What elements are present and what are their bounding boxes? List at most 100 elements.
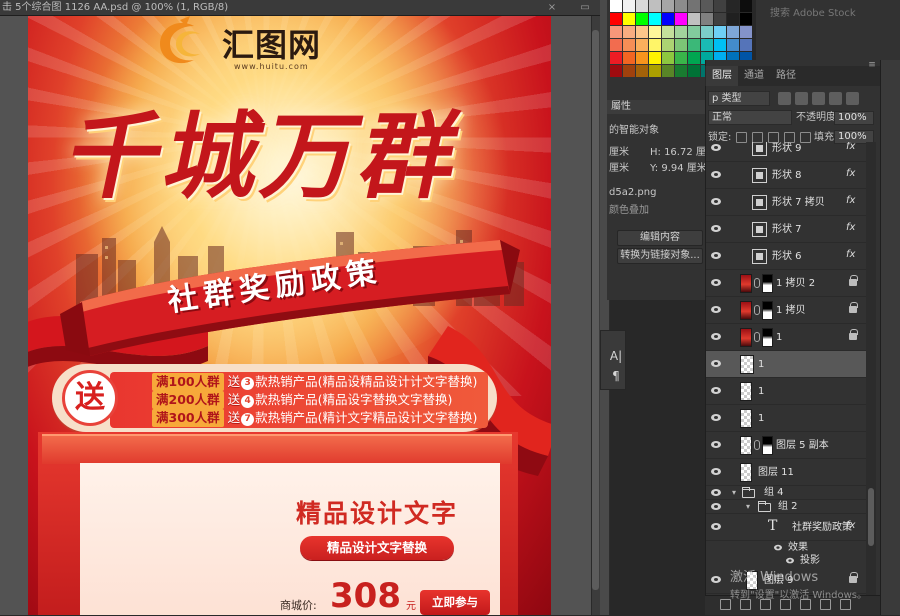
tab-restore-icon[interactable]: ▭ xyxy=(578,0,592,16)
visibility-eye-icon[interactable] xyxy=(710,332,722,342)
color-swatch[interactable] xyxy=(623,0,635,12)
color-swatch[interactable] xyxy=(701,26,713,38)
color-swatch[interactable] xyxy=(675,13,687,25)
effects-eye-icon[interactable] xyxy=(773,544,783,552)
color-swatch[interactable] xyxy=(623,65,635,77)
layer-name[interactable]: 形状 7 xyxy=(772,216,802,243)
fx-icon[interactable]: fx xyxy=(846,168,855,179)
layer-name[interactable]: 1 拷贝 2 xyxy=(776,270,815,297)
color-swatch[interactable] xyxy=(649,52,661,64)
color-swatch[interactable] xyxy=(649,13,661,25)
layer-name[interactable]: 图层 11 xyxy=(758,459,794,486)
layer-name[interactable]: 1 拷贝 xyxy=(776,297,806,324)
color-swatch[interactable] xyxy=(714,39,726,51)
layer-name[interactable]: 形状 6 xyxy=(772,243,802,270)
color-swatch[interactable] xyxy=(727,13,739,25)
character-panel-icon[interactable]: A| xyxy=(609,348,623,364)
color-swatch[interactable] xyxy=(610,39,622,51)
layer-row[interactable]: 图层 5 副本 xyxy=(706,432,866,459)
color-swatch[interactable] xyxy=(610,65,622,77)
layer-mask-thumbnail[interactable] xyxy=(762,301,773,320)
visibility-eye-icon[interactable] xyxy=(710,197,722,207)
visibility-eye-icon[interactable] xyxy=(710,143,722,153)
color-swatch[interactable] xyxy=(688,52,700,64)
layer-mask-thumbnail[interactable] xyxy=(762,328,773,347)
color-swatch[interactable] xyxy=(662,52,674,64)
color-swatch[interactable] xyxy=(636,65,648,77)
layer-name[interactable]: 图层 5 副本 xyxy=(776,432,829,459)
panel-menu-icon[interactable]: ≡ xyxy=(864,60,880,74)
effects-row[interactable]: 效果 xyxy=(706,541,866,554)
layer-name[interactable]: 社群奖励政策 xyxy=(792,514,852,541)
color-swatch[interactable] xyxy=(675,0,687,12)
mask-link-icon[interactable] xyxy=(754,440,760,450)
color-swatch[interactable] xyxy=(636,26,648,38)
visibility-eye-icon[interactable] xyxy=(710,488,722,498)
layer-row[interactable]: 1 xyxy=(706,405,866,432)
color-swatch[interactable] xyxy=(623,39,635,51)
color-swatch[interactable] xyxy=(662,26,674,38)
document-tab[interactable]: 击 5个综合图 1126 AA.psd @ 100% (1, RGB/8) xyxy=(0,0,600,16)
visibility-eye-icon[interactable] xyxy=(710,386,722,396)
color-swatch[interactable] xyxy=(623,26,635,38)
layer-list[interactable]: 形状 9 fx 形状 8 fx 形状 7 拷贝 fx 形状 7 fx 形状 6 … xyxy=(706,142,866,595)
layer-row[interactable]: 形状 7 fx xyxy=(706,216,866,243)
filter-adjustment-icon[interactable] xyxy=(795,92,808,105)
filter-pixel-icon[interactable] xyxy=(778,92,791,105)
color-swatch[interactable] xyxy=(714,0,726,12)
y-field[interactable]: Y: 9.94 厘米 xyxy=(650,162,706,176)
color-swatch[interactable] xyxy=(623,13,635,25)
layer-row[interactable]: 图层 11 xyxy=(706,459,866,486)
color-swatch[interactable] xyxy=(714,26,726,38)
color-swatch[interactable] xyxy=(675,39,687,51)
layer-name[interactable]: 1 xyxy=(758,405,764,432)
tab-channels[interactable]: 通道 xyxy=(738,66,770,86)
color-swatch[interactable] xyxy=(740,39,752,51)
layer-row[interactable]: 1 拷贝 2 xyxy=(706,270,866,297)
color-swatch[interactable] xyxy=(636,39,648,51)
layer-name[interactable]: 1 xyxy=(776,324,782,351)
color-swatch[interactable] xyxy=(675,26,687,38)
layer-name[interactable]: 形状 7 拷贝 xyxy=(772,189,825,216)
group-expand-icon[interactable]: ▾ xyxy=(732,486,736,500)
layer-row[interactable]: 形状 6 fx xyxy=(706,243,866,270)
color-swatch[interactable] xyxy=(662,65,674,77)
color-swatch[interactable] xyxy=(701,39,713,51)
layer-name[interactable]: 形状 8 xyxy=(772,162,802,189)
color-swatch[interactable] xyxy=(740,0,752,12)
layer-row[interactable]: 1 xyxy=(706,324,866,351)
layer-name[interactable]: 形状 9 xyxy=(772,142,802,162)
color-swatch[interactable] xyxy=(662,39,674,51)
color-swatch[interactable] xyxy=(610,52,622,64)
color-swatch[interactable] xyxy=(688,26,700,38)
visibility-eye-icon[interactable] xyxy=(710,502,722,512)
layer-row[interactable]: 形状 8 fx xyxy=(706,162,866,189)
fx-icon[interactable]: fx xyxy=(846,520,855,531)
color-swatch[interactable] xyxy=(714,13,726,25)
color-swatch[interactable] xyxy=(649,26,661,38)
color-swatch[interactable] xyxy=(662,13,674,25)
fx-icon[interactable]: fx xyxy=(846,249,855,260)
fx-icon[interactable]: fx xyxy=(846,195,855,206)
tab-close-icon[interactable]: × xyxy=(545,0,559,16)
fx-icon[interactable]: fx xyxy=(846,222,855,233)
stock-search-input[interactable]: 搜索 Adobe Stock xyxy=(770,4,890,19)
height-field[interactable]: H: 16.72 厘米 xyxy=(650,146,706,160)
group-expand-icon[interactable]: ▾ xyxy=(746,500,750,514)
color-swatch[interactable] xyxy=(649,65,661,77)
group-name[interactable]: 组 2 xyxy=(778,500,798,514)
color-swatch[interactable] xyxy=(688,65,700,77)
mask-link-icon[interactable] xyxy=(754,278,760,288)
color-swatch[interactable] xyxy=(688,39,700,51)
layer-row[interactable]: 1 拷贝 xyxy=(706,297,866,324)
color-swatch[interactable] xyxy=(740,13,752,25)
color-swatch[interactable] xyxy=(727,0,739,12)
visibility-eye-icon[interactable] xyxy=(710,359,722,369)
drop-shadow-eye-icon[interactable] xyxy=(785,557,795,565)
canvas-scroll-thumb[interactable] xyxy=(592,30,599,590)
visibility-eye-icon[interactable] xyxy=(710,170,722,180)
layer-row[interactable]: 形状 7 拷贝 fx xyxy=(706,189,866,216)
color-swatch[interactable] xyxy=(688,13,700,25)
layer-mask-thumbnail[interactable] xyxy=(762,436,773,455)
color-swatch[interactable] xyxy=(610,0,622,12)
